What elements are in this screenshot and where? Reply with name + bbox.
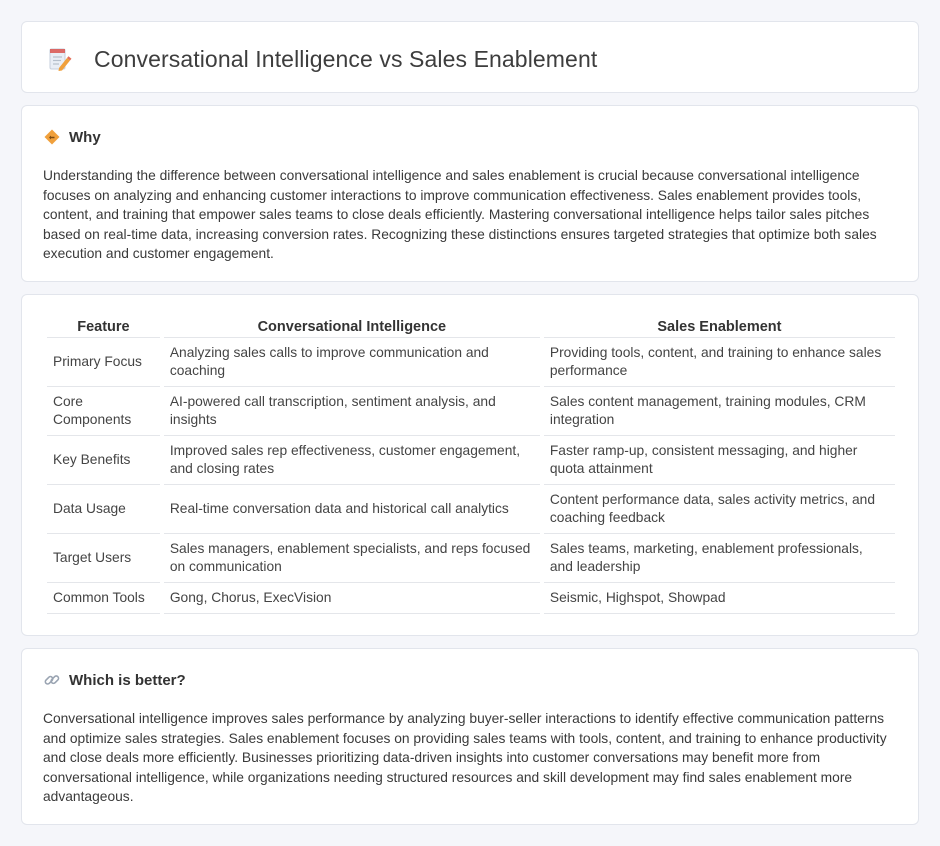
better-heading: Which is better? (69, 671, 186, 689)
diamond-sign-icon (43, 128, 61, 146)
table-row: Target Users Sales managers, enablement … (47, 534, 895, 583)
feature-cell: Common Tools (47, 583, 160, 614)
feature-cell: Target Users (47, 534, 160, 583)
conversational-intelligence-cell: Gong, Chorus, ExecVision (163, 583, 540, 614)
why-body: Understanding the difference between con… (43, 168, 877, 262)
why-heading-row: Why (43, 128, 101, 146)
link-icon (43, 671, 61, 689)
feature-cell: Key Benefits (47, 436, 160, 485)
document-edit-icon (46, 47, 72, 73)
better-body: Conversational intelligence improves sal… (43, 711, 887, 805)
sales-enablement-cell: Sales teams, marketing, enablement profe… (543, 534, 895, 583)
table-header-row: Feature Conversational Intelligence Sale… (47, 317, 895, 338)
which-is-better-section: Which is better? Conversational intellig… (21, 648, 919, 825)
comparison-table: Feature Conversational Intelligence Sale… (43, 317, 899, 614)
sales-enablement-cell: Sales content management, training modul… (543, 387, 895, 436)
table-row: Primary Focus Analyzing sales calls to i… (47, 338, 895, 387)
table-row: Core Components AI-powered call transcri… (47, 387, 895, 436)
conversational-intelligence-cell: Real-time conversation data and historic… (163, 485, 540, 534)
conversational-intelligence-cell: Analyzing sales calls to improve communi… (163, 338, 540, 387)
table-row: Key Benefits Improved sales rep effectiv… (47, 436, 895, 485)
column-header-conversational-intelligence: Conversational Intelligence (163, 317, 540, 338)
why-section: Why Understanding the difference between… (21, 105, 919, 282)
comparison-section: Feature Conversational Intelligence Sale… (21, 294, 919, 636)
table-row: Data Usage Real-time conversation data a… (47, 485, 895, 534)
column-header-sales-enablement: Sales Enablement (543, 317, 895, 338)
why-heading: Why (69, 128, 101, 146)
conversational-intelligence-cell: Improved sales rep effectiveness, custom… (163, 436, 540, 485)
header-card: Conversational Intelligence vs Sales Ena… (21, 21, 919, 93)
feature-cell: Core Components (47, 387, 160, 436)
title-row: Conversational Intelligence vs Sales Ena… (46, 46, 597, 73)
conversational-intelligence-cell: AI-powered call transcription, sentiment… (163, 387, 540, 436)
sales-enablement-cell: Providing tools, content, and training t… (543, 338, 895, 387)
column-header-feature: Feature (47, 317, 160, 338)
sales-enablement-cell: Seismic, Highspot, Showpad (543, 583, 895, 614)
table-row: Common Tools Gong, Chorus, ExecVision Se… (47, 583, 895, 614)
feature-cell: Primary Focus (47, 338, 160, 387)
feature-cell: Data Usage (47, 485, 160, 534)
sales-enablement-cell: Content performance data, sales activity… (543, 485, 895, 534)
page-title: Conversational Intelligence vs Sales Ena… (94, 46, 598, 72)
sales-enablement-cell: Faster ramp-up, consistent messaging, an… (543, 436, 895, 485)
better-heading-row: Which is better? (43, 671, 186, 689)
conversational-intelligence-cell: Sales managers, enablement specialists, … (163, 534, 540, 583)
